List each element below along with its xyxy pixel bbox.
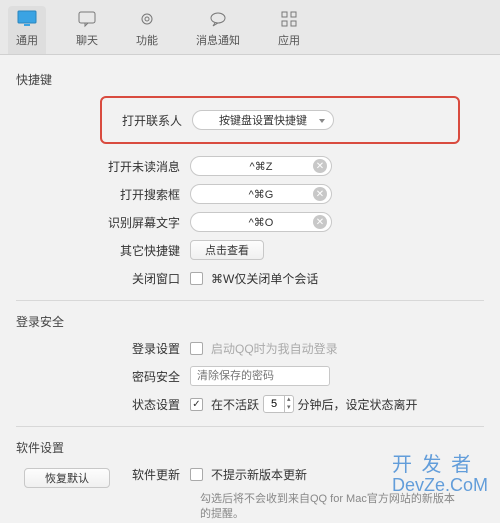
tab-general[interactable]: 通用 xyxy=(8,6,46,54)
preferences-toolbar: 通用 聊天 功能 消息通知 应用 xyxy=(0,0,500,55)
clear-password-input[interactable] xyxy=(190,366,330,386)
speech-icon xyxy=(207,8,229,30)
tab-notifications[interactable]: 消息通知 xyxy=(188,6,248,54)
unread-shortcut-field[interactable]: ^⌘Z ✕ xyxy=(190,156,332,176)
shortcut-value: 按键盘设置快捷键 xyxy=(219,112,307,128)
open-contacts-shortcut-field[interactable]: 按键盘设置快捷键 xyxy=(192,110,334,130)
clear-icon[interactable]: ✕ xyxy=(313,159,327,173)
ocr-shortcut-field[interactable]: ^⌘O ✕ xyxy=(190,212,332,232)
tab-label: 功能 xyxy=(136,32,158,48)
open-contacts-label: 打开联系人 xyxy=(102,112,192,129)
divider xyxy=(16,300,484,301)
tab-label: 通用 xyxy=(16,32,38,48)
footer: 恢复默认 xyxy=(24,468,110,488)
close-window-checkbox-label: ⌘W仅关闭单个会话 xyxy=(211,270,318,287)
auto-login-checkbox-label: 启动QQ时为我自动登录 xyxy=(211,340,338,357)
section-login-title: 登录安全 xyxy=(0,309,500,334)
shortcut-value: ^⌘Z xyxy=(250,160,273,173)
view-other-shortcuts-button[interactable]: 点击查看 xyxy=(190,240,264,260)
content-area: 快捷键 打开联系人 按键盘设置快捷键 打开未读消息 ^⌘Z ✕ 打开搜索框 ^⌘… xyxy=(0,55,500,523)
section-shortcuts-title: 快捷键 xyxy=(0,67,500,92)
close-window-checkbox[interactable] xyxy=(190,272,203,285)
login-setting-label: 登录设置 xyxy=(0,340,190,357)
grid-icon xyxy=(278,8,300,30)
restore-defaults-button[interactable]: 恢复默认 xyxy=(24,468,110,488)
shortcut-value: ^⌘G xyxy=(249,188,274,201)
tab-label: 应用 xyxy=(278,32,300,48)
chat-bubble-icon xyxy=(76,8,98,30)
stepper-up[interactable]: ▴ xyxy=(285,396,293,404)
stepper-down[interactable]: ▾ xyxy=(285,404,293,412)
tab-apps[interactable]: 应用 xyxy=(270,6,308,54)
monitor-icon xyxy=(16,8,38,30)
auto-login-checkbox[interactable] xyxy=(190,342,203,355)
watermark: 开 发 者 DevZe.CoM xyxy=(392,454,488,496)
unread-label: 打开未读消息 xyxy=(0,158,190,175)
tab-features[interactable]: 功能 xyxy=(128,6,166,54)
tab-label: 消息通知 xyxy=(196,32,240,48)
watermark-line1: 开 发 者 xyxy=(392,454,488,476)
divider xyxy=(16,426,484,427)
suppress-update-checkbox-label: 不提示新版本更新 xyxy=(211,466,307,483)
gear-icon xyxy=(136,8,158,30)
clear-icon[interactable]: ✕ xyxy=(313,215,327,229)
idle-minutes-input[interactable] xyxy=(264,398,284,410)
close-window-label: 关闭窗口 xyxy=(0,270,190,287)
shortcut-value: ^⌘O xyxy=(249,216,274,229)
clear-icon[interactable]: ✕ xyxy=(313,187,327,201)
other-shortcuts-label: 其它快捷键 xyxy=(0,242,190,259)
status-label: 状态设置 xyxy=(0,396,190,413)
ocr-label: 识别屏幕文字 xyxy=(0,214,190,231)
tab-chat[interactable]: 聊天 xyxy=(68,6,106,54)
password-label: 密码安全 xyxy=(0,368,190,385)
tab-label: 聊天 xyxy=(76,32,98,48)
idle-status-checkbox[interactable] xyxy=(190,398,203,411)
search-shortcut-field[interactable]: ^⌘G ✕ xyxy=(190,184,332,204)
suppress-update-checkbox[interactable] xyxy=(190,468,203,481)
idle-minutes-stepper[interactable]: ▴▾ xyxy=(263,395,294,413)
search-label: 打开搜索框 xyxy=(0,186,190,203)
status-suffix: 分钟后，设定状态离开 xyxy=(298,396,418,413)
status-prefix: 在不活跃 xyxy=(211,396,259,413)
watermark-line2: DevZe.CoM xyxy=(392,476,488,496)
highlighted-shortcut-row: 打开联系人 按键盘设置快捷键 xyxy=(100,96,460,144)
